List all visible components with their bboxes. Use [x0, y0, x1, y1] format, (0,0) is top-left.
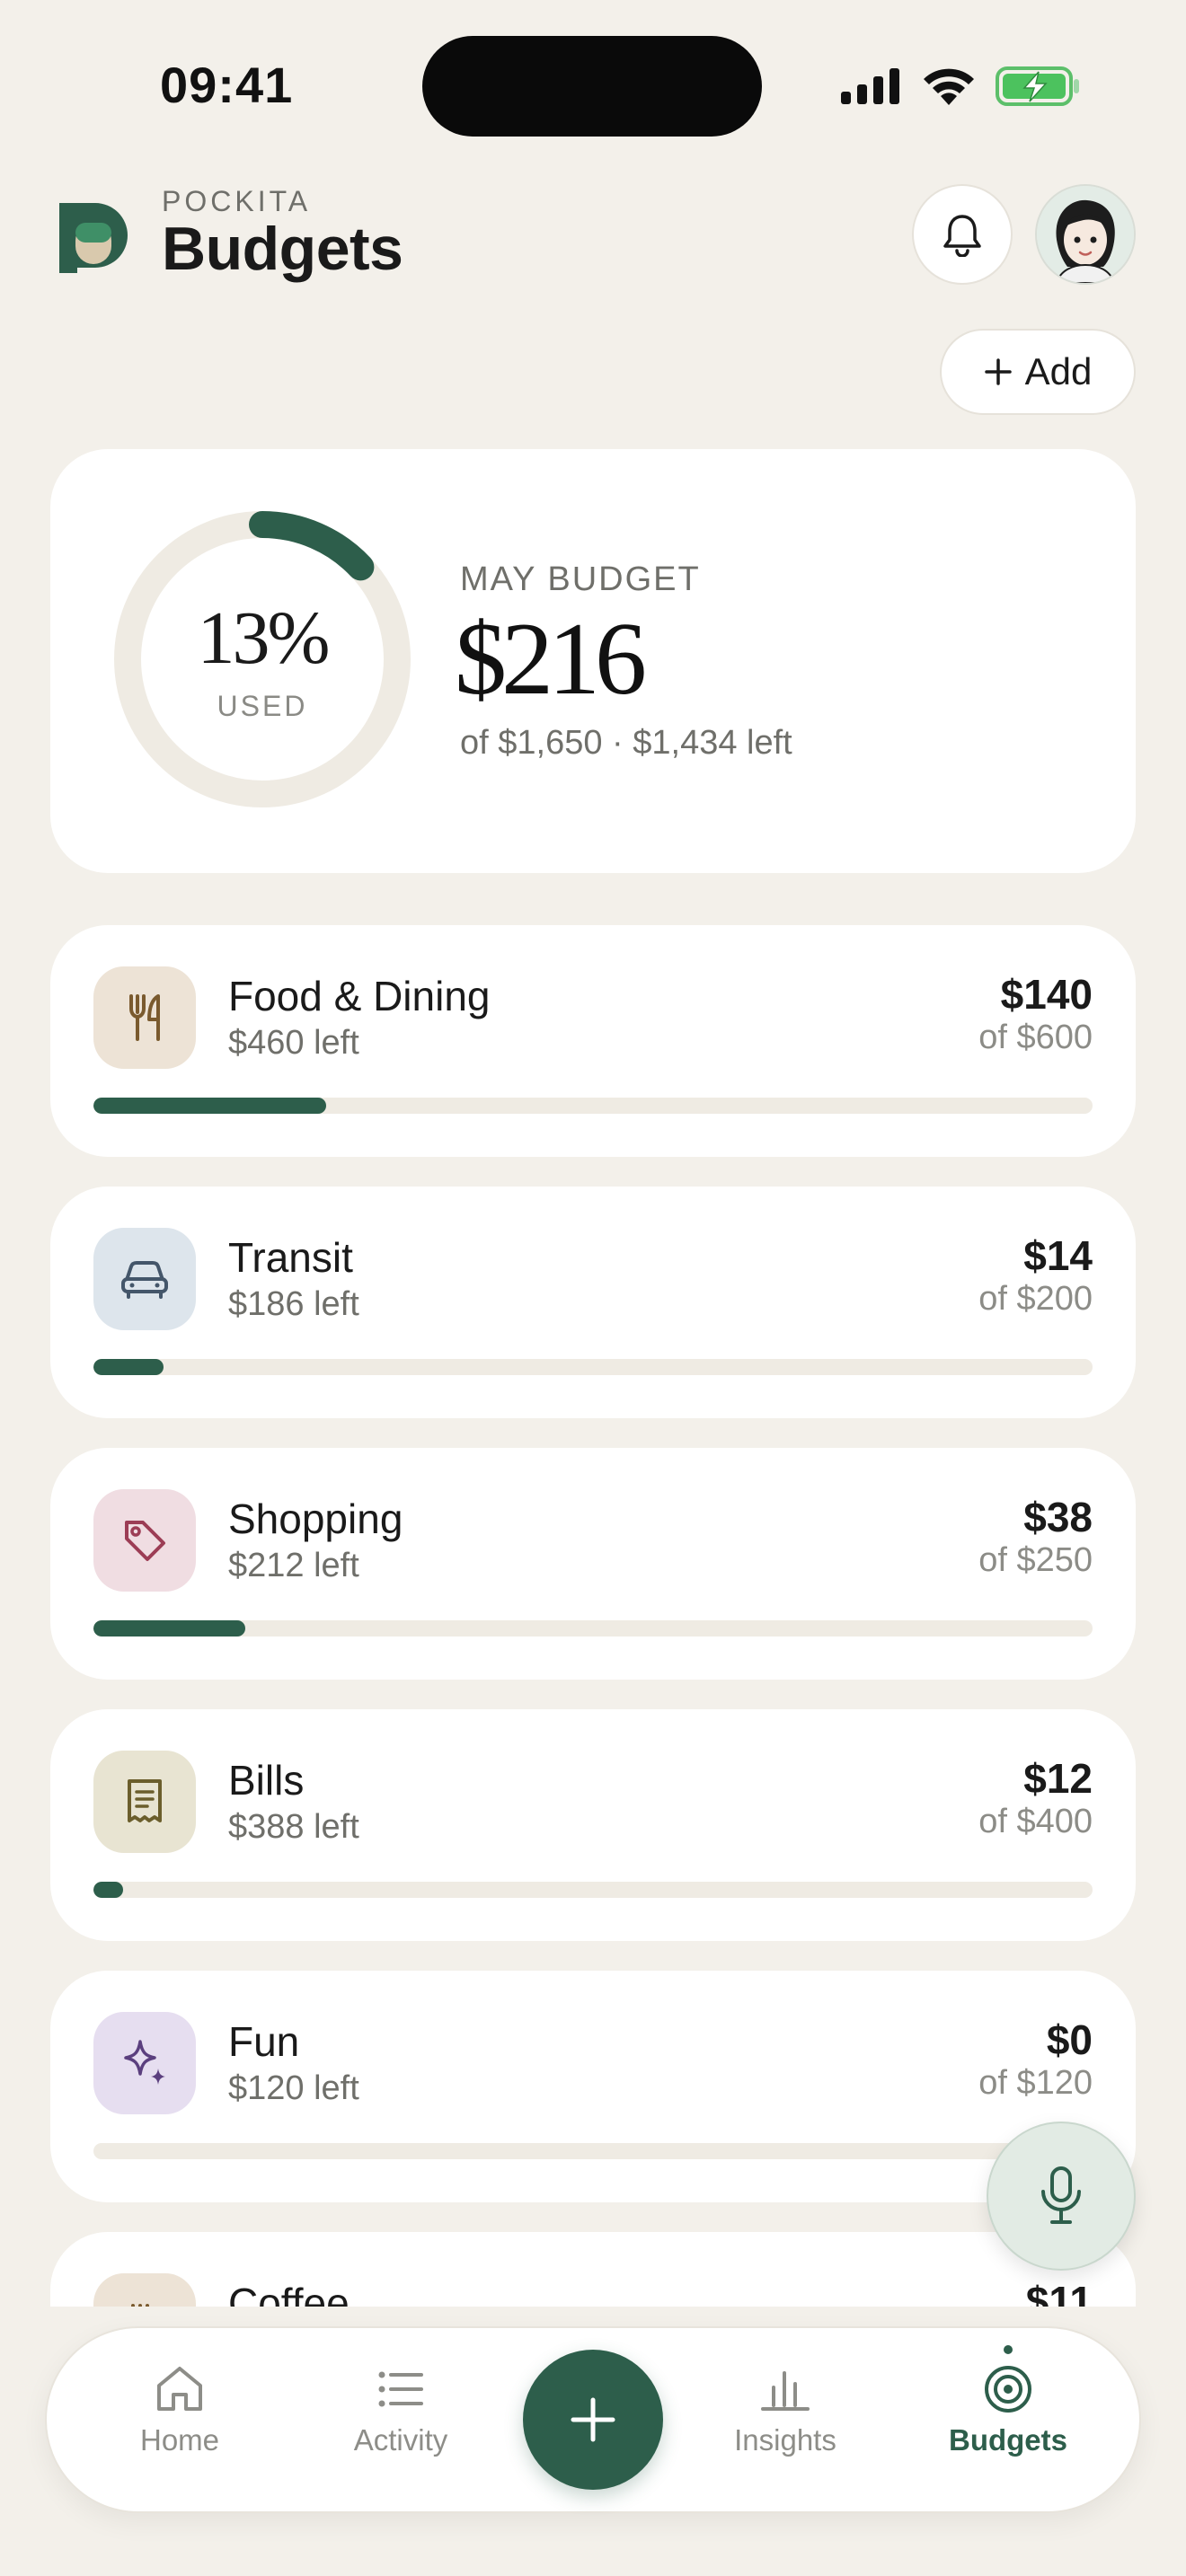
fork-knife-icon	[129, 994, 160, 1041]
category-limit: of $200	[978, 1280, 1093, 1318]
category-remaining: $212 left	[228, 1547, 359, 1584]
category-remaining: $120 left	[228, 2069, 359, 2107]
category-icon-bg	[93, 1751, 196, 1853]
status-time: 09:41	[160, 57, 294, 113]
category-limit: of $600	[978, 1019, 1093, 1056]
used-percent: 13%	[197, 596, 331, 680]
category-name: Food & Dining	[228, 973, 491, 1019]
target-icon	[985, 2345, 1031, 2413]
category-remaining: $460 left	[228, 1024, 359, 1062]
category-progress-track	[93, 1098, 1093, 1114]
category-remaining: $186 left	[228, 1285, 359, 1323]
tag-icon	[125, 1521, 165, 1561]
nav-label: Insights	[734, 2423, 836, 2457]
add-transaction-button[interactable]	[523, 2350, 663, 2490]
category-card-fun[interactable]: Fun $120 left $0 of $120	[50, 1971, 1136, 2202]
category-spent: $38	[1023, 1494, 1093, 1540]
category-progress-fill	[93, 1098, 327, 1114]
category-spent: $14	[1023, 1232, 1093, 1279]
dynamic-island	[422, 36, 762, 137]
nav-item-budgets[interactable]: Budgets	[918, 2345, 1098, 2457]
plus-icon	[984, 358, 1012, 385]
category-progress-fill	[93, 1359, 164, 1375]
sparkle-icon	[124, 2040, 165, 2085]
category-remaining: $388 left	[228, 1808, 359, 1846]
budget-month-label: MAY BUDGET	[460, 560, 701, 598]
battery-charging-icon	[996, 66, 1079, 106]
microphone-icon	[1041, 2166, 1081, 2224]
category-progress-track	[93, 1359, 1093, 1375]
category-progress-fill	[93, 1620, 246, 1636]
nav-label: Activity	[353, 2423, 448, 2457]
budget-subtext: of $1,650 · $1,434 left	[460, 724, 792, 762]
status-icons	[839, 61, 1082, 111]
category-progress-track	[93, 1620, 1093, 1636]
category-name: Bills	[228, 1757, 305, 1804]
category-name: Shopping	[228, 1495, 403, 1542]
avatar[interactable]	[1035, 184, 1136, 285]
page-title: Budgets	[162, 215, 403, 283]
category-card-transit[interactable]: Transit $186 left $14 of $200	[50, 1187, 1136, 1418]
bar-chart-icon	[761, 2371, 810, 2411]
voice-input-button[interactable]	[987, 2122, 1136, 2271]
nav-label: Home	[139, 2423, 220, 2457]
receipt-icon	[128, 1779, 162, 1822]
budget-summary-card[interactable]: 13% USED MAY BUDGET $216 of $1,650 · $1,…	[50, 449, 1136, 873]
category-name: Transit	[228, 1234, 353, 1281]
home-icon	[157, 2367, 202, 2411]
plus-icon	[571, 2397, 615, 2442]
car-icon	[121, 1261, 168, 1299]
pockita-logo	[59, 203, 128, 273]
notifications-button[interactable]	[912, 184, 1013, 285]
nav-label: Budgets	[949, 2423, 1067, 2457]
profile-avatar-icon	[1037, 186, 1134, 283]
nav-item-insights[interactable]: Insights	[695, 2364, 875, 2457]
category-limit: of $250	[978, 1541, 1093, 1579]
category-icon-bg	[93, 966, 196, 1069]
signal-icon	[841, 68, 899, 104]
category-name: Fun	[228, 2018, 300, 2065]
category-spent: $140	[1000, 971, 1093, 1018]
nav-item-activity[interactable]: Activity	[311, 2364, 491, 2457]
list-icon	[378, 2371, 423, 2407]
category-card-shopping[interactable]: Shopping $212 left $38 of $250	[50, 1448, 1136, 1680]
category-spent: $0	[1046, 2016, 1093, 2063]
budget-spent-amount: $216	[455, 602, 647, 717]
used-label: USED	[217, 690, 308, 722]
category-progress-fill	[93, 1882, 124, 1898]
category-spent: $12	[1023, 1755, 1093, 1802]
add-button-label: Add	[1024, 350, 1093, 393]
add-button[interactable]: Add	[940, 329, 1136, 415]
nav-item-home[interactable]: Home	[90, 2364, 270, 2457]
bell-icon	[943, 215, 981, 257]
category-card-food[interactable]: Food & Dining $460 left $140 of $600	[50, 925, 1136, 1157]
category-progress-track	[93, 1882, 1093, 1898]
category-limit: of $400	[978, 1803, 1093, 1840]
category-card-bills[interactable]: Bills $388 left $12 of $400	[50, 1709, 1136, 1941]
category-icon-bg	[93, 1489, 196, 1592]
category-icon-bg	[93, 2012, 196, 2114]
wifi-icon	[924, 68, 974, 105]
category-icon-bg	[93, 1228, 196, 1330]
category-progress-track	[93, 2143, 1093, 2159]
category-limit: of $120	[978, 2064, 1093, 2102]
